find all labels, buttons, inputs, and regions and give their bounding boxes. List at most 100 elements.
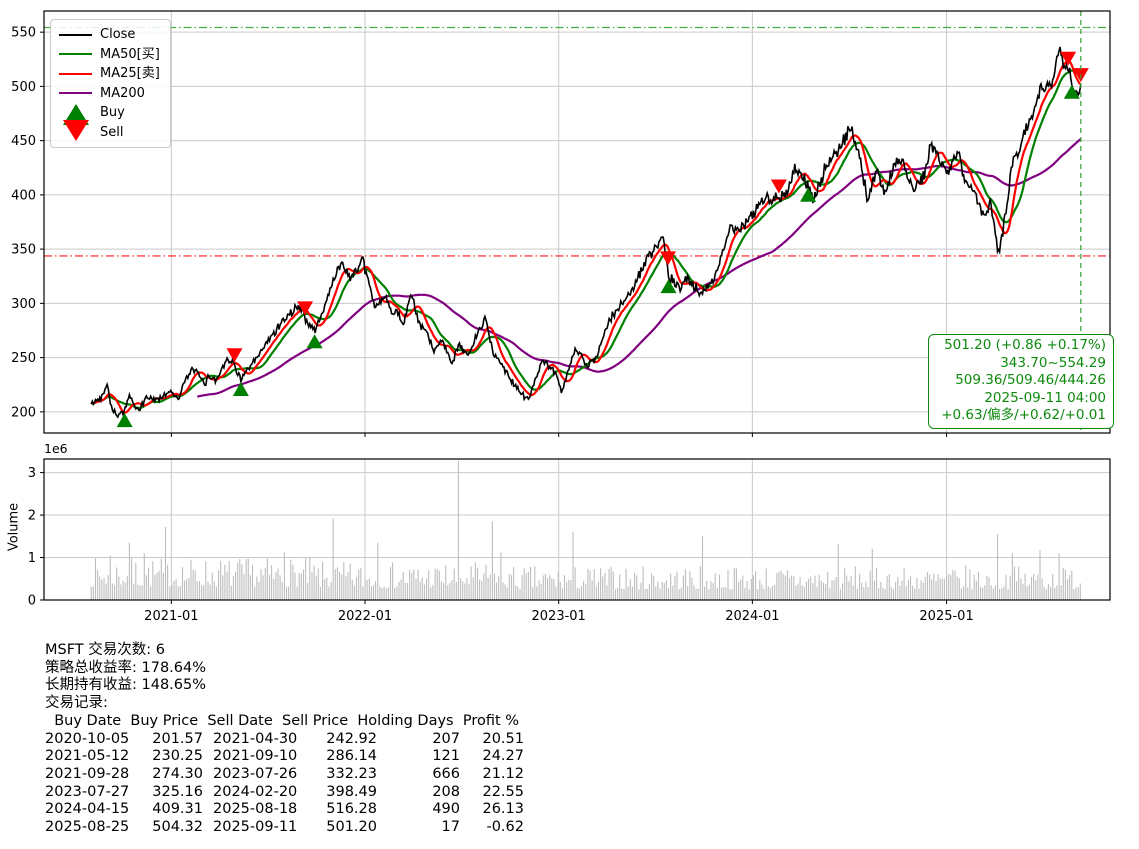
trade-cell: 121 bbox=[377, 748, 460, 766]
info-price-range: 343.70~554.29 bbox=[936, 355, 1106, 373]
trade-cell: 2021-05-12 bbox=[45, 748, 141, 766]
sell-marker bbox=[771, 180, 787, 194]
volume-axis-title: Volume bbox=[7, 503, 22, 551]
trade-cell: 242.92 bbox=[315, 731, 377, 749]
trade-row: 2021-05-12230.252021-09-10286.1412124.27 bbox=[45, 748, 524, 766]
info-ma-values: 509.36/509.46/444.26 bbox=[936, 372, 1106, 390]
legend-item-ma25: MA25[卖] bbox=[59, 64, 160, 84]
summary-strategy-return: 策略总收益率: 178.64% bbox=[45, 660, 524, 678]
volume-tick-label: 2 bbox=[28, 509, 36, 524]
legend-label-close: Close bbox=[100, 28, 135, 41]
trade-cell: 17 bbox=[377, 819, 460, 837]
legend-item-ma200: MA200 bbox=[59, 84, 160, 104]
trade-cell: 274.30 bbox=[141, 766, 203, 784]
price-tick-label: 550 bbox=[11, 26, 36, 41]
trade-row: 2020-10-05201.572021-04-30242.9220720.51 bbox=[45, 731, 524, 749]
trade-cell: 26.13 bbox=[460, 801, 524, 819]
volume-scale-label: 1e6 bbox=[44, 441, 68, 456]
price-tick-label: 300 bbox=[11, 297, 36, 312]
trade-cell: 490 bbox=[377, 801, 460, 819]
trade-cell: 22.55 bbox=[460, 784, 524, 802]
buy-marker bbox=[307, 334, 323, 348]
ma200-line-sample bbox=[59, 92, 92, 94]
trade-cell: 332.23 bbox=[315, 766, 377, 784]
legend-item-close: Close bbox=[59, 25, 160, 45]
trade-cell: 2025-08-18 bbox=[203, 801, 315, 819]
legend-label-ma25: MA25[卖] bbox=[100, 67, 160, 80]
price-tick-label: 450 bbox=[11, 134, 36, 149]
price-tick-label: 500 bbox=[11, 80, 36, 95]
legend-label-ma200: MA200 bbox=[100, 87, 145, 100]
legend-label-ma50: MA50[买] bbox=[100, 48, 160, 61]
quote-info-box: 501.20 (+0.86 +0.17%) 343.70~554.29 509.… bbox=[928, 334, 1114, 429]
x-tick-label: 2023-01 bbox=[532, 609, 586, 624]
trade-cell: 201.57 bbox=[141, 731, 203, 749]
trade-cell: 2020-10-05 bbox=[45, 731, 141, 749]
legend-item-sell: Sell bbox=[59, 123, 160, 143]
volume-tick-label: 0 bbox=[28, 594, 36, 609]
info-signal: +0.63/偏多/+0.62/+0.01 bbox=[936, 407, 1106, 425]
trade-cell: 2021-09-10 bbox=[203, 748, 315, 766]
volume-tick-label: 3 bbox=[28, 466, 36, 481]
trade-cell: 398.49 bbox=[315, 784, 377, 802]
trade-cell: 230.25 bbox=[141, 748, 203, 766]
trade-cell: 20.51 bbox=[460, 731, 524, 749]
trade-cell: 2025-08-25 bbox=[45, 819, 141, 837]
legend-label-buy: Buy bbox=[100, 106, 125, 119]
price-volume-chart: 200 250 300 350 400 450 500 550 0 1 2 3 2021-01 2022-… bbox=[0, 0, 1139, 635]
trade-cell: 2025-09-11 bbox=[203, 819, 315, 837]
trade-cell: 286.14 bbox=[315, 748, 377, 766]
summary-trade-count: MSFT 交易次数: 6 bbox=[45, 642, 524, 660]
axis-ticks bbox=[40, 32, 947, 604]
info-timestamp: 2025-09-11 04:00 bbox=[936, 390, 1106, 408]
x-tick-label: 2022-01 bbox=[338, 609, 392, 624]
trade-cell: 2021-09-28 bbox=[45, 766, 141, 784]
summary-hold-return: 长期持有收益: 148.65% bbox=[45, 677, 524, 695]
trade-cell: 2021-04-30 bbox=[203, 731, 315, 749]
price-tick-label: 250 bbox=[11, 351, 36, 366]
buy-triangle-icon bbox=[59, 104, 92, 122]
volume-panel-border bbox=[44, 459, 1110, 600]
grid-lines bbox=[44, 11, 1110, 600]
x-tick-label: 2025-01 bbox=[919, 609, 973, 624]
chart-legend: Close MA50[买] MA25[卖] MA200 Buy Sell bbox=[50, 19, 171, 148]
trade-row: 2025-08-25504.322025-09-11501.2017-0.62 bbox=[45, 819, 524, 837]
trade-row: 2021-09-28274.302023-07-26332.2366621.12 bbox=[45, 766, 524, 784]
trade-log-title: 交易记录: bbox=[45, 695, 524, 713]
trade-cell: 516.28 bbox=[315, 801, 377, 819]
trade-cell: 2024-02-20 bbox=[203, 784, 315, 802]
legend-label-sell: Sell bbox=[100, 126, 123, 139]
close-line-sample bbox=[59, 34, 92, 36]
trade-row: 2024-04-15409.312025-08-18516.2849026.13 bbox=[45, 801, 524, 819]
trade-cell: 325.16 bbox=[141, 784, 203, 802]
price-tick-label: 350 bbox=[11, 243, 36, 258]
strategy-summary: MSFT 交易次数: 6 策略总收益率: 178.64% 长期持有收益: 148… bbox=[45, 642, 524, 837]
trade-table-header: Buy Date Buy Price Sell Date Sell Price … bbox=[45, 713, 524, 731]
strategy-report-page: 200 250 300 350 400 450 500 550 0 1 2 3 2021-01 2022-… bbox=[0, 0, 1139, 849]
ma50-line-sample bbox=[59, 53, 92, 55]
price-tick-label: 400 bbox=[11, 188, 36, 203]
price-tick-label: 200 bbox=[11, 405, 36, 420]
trade-cell: 409.31 bbox=[141, 801, 203, 819]
trade-cell: 24.27 bbox=[460, 748, 524, 766]
volume-bars bbox=[91, 461, 1080, 600]
x-tick-label: 2024-01 bbox=[725, 609, 779, 624]
sell-triangle-icon bbox=[59, 123, 92, 141]
buy-marker bbox=[233, 382, 249, 396]
volume-tick-label: 1 bbox=[28, 551, 36, 566]
trade-row: 2023-07-27325.162024-02-20398.4920822.55 bbox=[45, 784, 524, 802]
ma25-line-sample bbox=[59, 73, 92, 75]
legend-item-ma50: MA50[买] bbox=[59, 45, 160, 65]
trade-cell: 666 bbox=[377, 766, 460, 784]
trade-table: 2020-10-05201.572021-04-30242.9220720.51… bbox=[45, 731, 524, 837]
trade-cell: -0.62 bbox=[460, 819, 524, 837]
trade-cell: 501.20 bbox=[315, 819, 377, 837]
info-last-price: 501.20 (+0.86 +0.17%) bbox=[936, 337, 1106, 355]
trade-cell: 207 bbox=[377, 731, 460, 749]
trade-cell: 21.12 bbox=[460, 766, 524, 784]
trade-cell: 2023-07-26 bbox=[203, 766, 315, 784]
trade-cell: 504.32 bbox=[141, 819, 203, 837]
trade-cell: 2023-07-27 bbox=[45, 784, 141, 802]
x-tick-label: 2021-01 bbox=[144, 609, 198, 624]
trade-cell: 208 bbox=[377, 784, 460, 802]
